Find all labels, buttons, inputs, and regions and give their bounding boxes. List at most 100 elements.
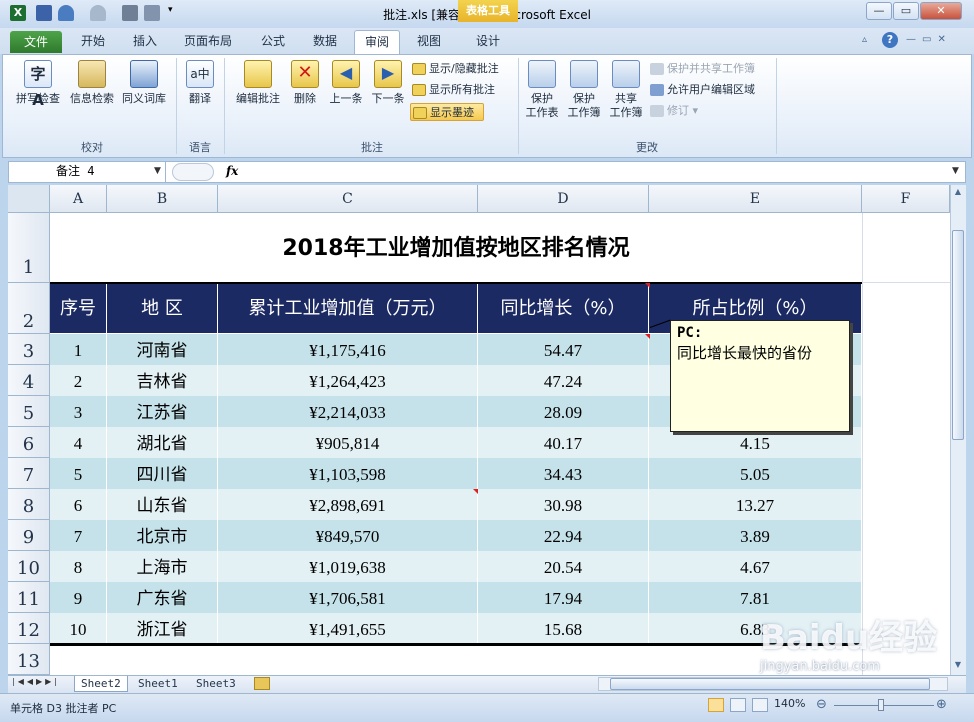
cell-share[interactable]: 13.27 xyxy=(649,489,862,520)
row-header-7[interactable]: 7 xyxy=(8,458,50,489)
normal-view-icon[interactable] xyxy=(708,698,724,712)
row-header-12[interactable]: 12 xyxy=(8,613,50,644)
row-header-1[interactable]: 1 xyxy=(8,213,50,283)
comment-box[interactable]: PC: 同比增长最快的省份 xyxy=(670,320,850,432)
insert-sheet-icon[interactable] xyxy=(254,677,270,690)
select-all-corner[interactable] xyxy=(8,185,50,213)
cell-value[interactable]: ¥905,814 xyxy=(218,427,478,458)
row-header-2[interactable]: 2 xyxy=(8,283,50,334)
edit-comment-button[interactable]: 编辑批注 xyxy=(230,60,286,106)
tab-formulas[interactable]: 公式 xyxy=(252,30,294,54)
cell-value[interactable]: ¥2,214,033 xyxy=(218,396,478,427)
share-workbook-button[interactable]: 共享 工作簿 xyxy=(606,60,646,120)
close-button[interactable]: ✕ xyxy=(920,2,962,20)
row-header-10[interactable]: 10 xyxy=(8,551,50,582)
sheet-title-cell[interactable]: 2018年工业增加值按地区排名情况 xyxy=(50,213,862,282)
translate-button[interactable]: a中 翻译 xyxy=(180,60,220,106)
zoom-in-icon[interactable]: ⊕ xyxy=(936,697,947,712)
cell-growth[interactable]: 28.09 xyxy=(478,396,649,427)
cell-growth[interactable]: 15.68 xyxy=(478,613,649,644)
cell-index[interactable]: 8 xyxy=(50,551,107,582)
tab-file[interactable]: 文件 xyxy=(10,31,62,53)
page-layout-view-icon[interactable] xyxy=(730,698,746,712)
expand-formula-bar-icon[interactable]: ▼ xyxy=(952,166,959,176)
next-comment-button[interactable]: ▶ 下一条 xyxy=(368,60,408,106)
row-header-4[interactable]: 4 xyxy=(8,365,50,396)
vertical-scroll-thumb[interactable] xyxy=(952,230,964,440)
show-all-comments-button[interactable]: 显示所有批注 xyxy=(412,81,516,99)
tab-page-layout[interactable]: 页面布局 xyxy=(176,30,240,54)
thesaurus-button[interactable]: 同义词库 xyxy=(118,60,170,106)
page-break-view-icon[interactable] xyxy=(752,698,768,712)
ribbon-minimize-icon[interactable]: ▵ xyxy=(862,34,876,48)
cell-index[interactable]: 3 xyxy=(50,396,107,427)
column-header-f[interactable]: F xyxy=(862,185,950,213)
cell-region[interactable]: 河南省 xyxy=(107,334,218,365)
cell-growth[interactable]: 17.94 xyxy=(478,582,649,613)
tab-review[interactable]: 审阅 xyxy=(354,30,400,54)
cell-index[interactable]: 4 xyxy=(50,427,107,458)
cell-value[interactable]: ¥1,175,416 xyxy=(218,334,478,365)
row-header-13[interactable]: 13 xyxy=(8,644,50,675)
protect-sheet-button[interactable]: 保护 工作表 xyxy=(522,60,562,120)
cell-region[interactable]: 上海市 xyxy=(107,551,218,582)
tab-data[interactable]: 数据 xyxy=(304,30,346,54)
column-header-c[interactable]: C xyxy=(218,185,478,213)
row-header-11[interactable]: 11 xyxy=(8,582,50,613)
cell-index[interactable]: 1 xyxy=(50,334,107,365)
sheet-tab-sheet1[interactable]: Sheet1 xyxy=(132,676,184,692)
cell-index[interactable]: 6 xyxy=(50,489,107,520)
cell-share[interactable]: 7.81 xyxy=(649,582,862,613)
cell-region[interactable]: 山东省 xyxy=(107,489,218,520)
horizontal-scroll-thumb[interactable] xyxy=(610,678,930,690)
cell-share[interactable]: 3.89 xyxy=(649,520,862,551)
cell-region[interactable]: 北京市 xyxy=(107,520,218,551)
delete-comment-button[interactable]: ✕ 删除 xyxy=(288,60,322,106)
cell-growth[interactable]: 34.43 xyxy=(478,458,649,489)
cell-value[interactable]: ¥1,491,655 xyxy=(218,613,478,644)
row-header-6[interactable]: 6 xyxy=(8,427,50,458)
track-changes-button[interactable]: 修订 ▾ xyxy=(650,102,720,120)
cell-value[interactable]: ¥1,019,638 xyxy=(218,551,478,582)
cell-value[interactable]: ¥1,103,598 xyxy=(218,458,478,489)
cell-growth[interactable]: 54.47 xyxy=(478,334,649,365)
cell-value[interactable]: ¥1,264,423 xyxy=(218,365,478,396)
protect-workbook-button[interactable]: 保护 工作簿 xyxy=(564,60,604,120)
cell-index[interactable]: 9 xyxy=(50,582,107,613)
cell-region[interactable]: 广东省 xyxy=(107,582,218,613)
row-header-8[interactable]: 8 xyxy=(8,489,50,520)
row-header-9[interactable]: 9 xyxy=(8,520,50,551)
sheet-nav-arrows-icon[interactable]: |◀◀▶▶| xyxy=(12,677,60,686)
column-header-e[interactable]: E xyxy=(649,185,862,213)
protect-share-workbook-button[interactable]: 保护并共享工作簿 xyxy=(650,60,774,78)
header-cell-value[interactable]: 累计工业增加值（万元） xyxy=(218,283,478,333)
header-cell-region[interactable]: 地 区 xyxy=(107,283,218,333)
cell-growth[interactable]: 30.98 xyxy=(478,489,649,520)
zoom-slider-thumb[interactable] xyxy=(878,699,884,711)
cell-region[interactable]: 浙江省 xyxy=(107,613,218,644)
cell-growth[interactable]: 40.17 xyxy=(478,427,649,458)
tab-home[interactable]: 开始 xyxy=(72,30,114,54)
tab-design[interactable]: 设计 xyxy=(466,30,510,54)
previous-comment-button[interactable]: ◀ 上一条 xyxy=(326,60,366,106)
cell-index[interactable]: 7 xyxy=(50,520,107,551)
cell-region[interactable]: 湖北省 xyxy=(107,427,218,458)
spell-check-button[interactable]: 字A 拼写检查 xyxy=(12,60,64,109)
scroll-down-arrow-icon[interactable]: ▼ xyxy=(952,660,964,672)
row-header-5[interactable]: 5 xyxy=(8,396,50,427)
cell-value[interactable]: ¥1,706,581 xyxy=(218,582,478,613)
maximize-button[interactable]: ▭ xyxy=(893,2,919,20)
cell-value[interactable]: ¥849,570 xyxy=(218,520,478,551)
zoom-out-icon[interactable]: ⊖ xyxy=(816,697,827,712)
zoom-level[interactable]: 140% xyxy=(774,697,805,710)
cell-growth[interactable]: 20.54 xyxy=(478,551,649,582)
minimize-button[interactable]: — xyxy=(866,2,892,20)
zoom-slider[interactable] xyxy=(834,705,934,706)
cell-value[interactable]: ¥2,898,691 xyxy=(218,489,478,520)
column-header-d[interactable]: D xyxy=(478,185,649,213)
scroll-up-arrow-icon[interactable]: ▲ xyxy=(952,187,964,199)
help-icon[interactable]: ? xyxy=(882,32,898,48)
row-header-3[interactable]: 3 xyxy=(8,334,50,365)
cell-growth[interactable]: 47.24 xyxy=(478,365,649,396)
cell-share[interactable]: 4.67 xyxy=(649,551,862,582)
